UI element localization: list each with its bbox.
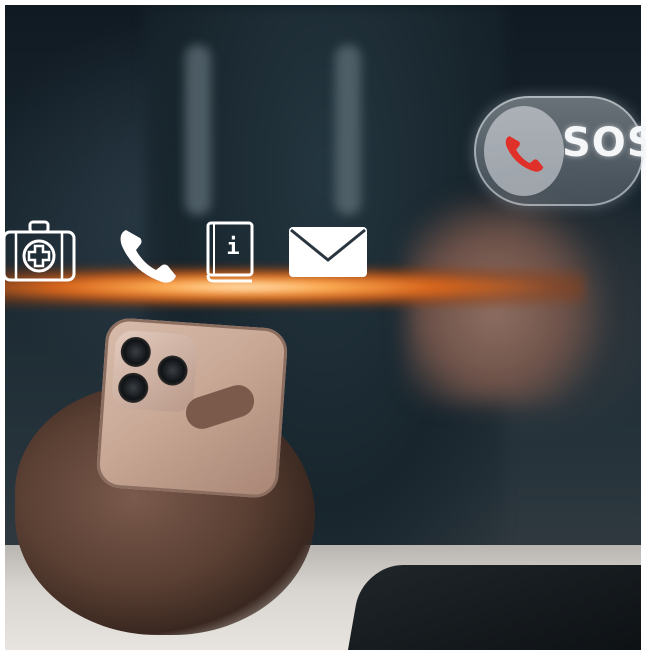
camera-module	[110, 329, 199, 414]
envelope-icon[interactable]	[288, 226, 368, 278]
photo-frame: i SOS	[0, 0, 646, 659]
info-book-icon[interactable]: i	[202, 220, 258, 284]
first-aid-kit-icon[interactable]	[0, 218, 78, 284]
sos-button[interactable]: SOS	[474, 96, 646, 206]
hoodie-string-right	[335, 45, 361, 215]
sos-label: SOS	[562, 120, 646, 166]
phone-icon[interactable]	[118, 226, 180, 284]
camera-lens	[119, 335, 152, 368]
hoodie-string-left	[185, 45, 211, 215]
sos-icon-circle	[484, 106, 564, 196]
phone-icon	[505, 136, 544, 172]
camera-lens	[117, 371, 150, 404]
svg-text:i: i	[226, 235, 239, 260]
camera-lens	[156, 354, 189, 387]
laptop	[347, 565, 641, 650]
